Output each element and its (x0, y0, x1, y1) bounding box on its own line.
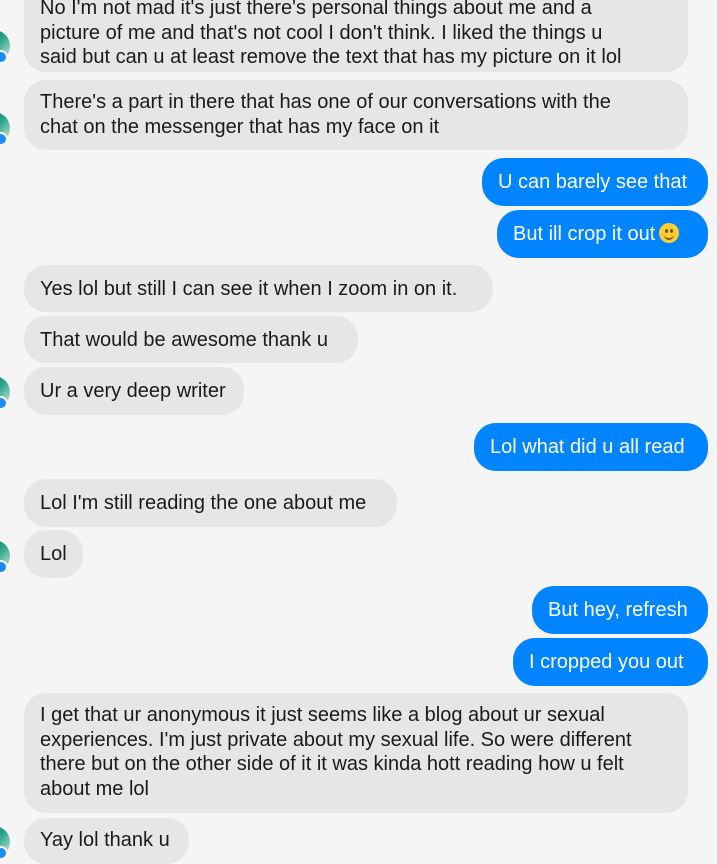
contact-avatar[interactable] (0, 376, 10, 410)
message-text: experiences. I'm just private about my s… (40, 728, 632, 751)
messenger-badge-icon (0, 132, 8, 146)
message-bubble-outgoing[interactable]: But ill crop it out (497, 210, 708, 258)
message-text: Ur a very deep writer (40, 380, 226, 402)
message-text: picture of me and that's not cool I don'… (40, 21, 603, 44)
contact-avatar[interactable] (0, 540, 10, 574)
message-bubble-incoming[interactable]: That would be awesome thank u (24, 316, 358, 363)
messenger-badge-icon (0, 846, 8, 860)
contact-avatar[interactable] (0, 30, 10, 64)
message-bubble-incoming[interactable]: Yes lol but still I can see it when I zo… (24, 265, 493, 312)
message-text: Yay lol thank u (40, 829, 170, 851)
message-bubble-incoming[interactable]: Yay lol thank u (24, 818, 189, 864)
messenger-badge-icon (0, 396, 8, 410)
message-bubble-outgoing[interactable]: Lol what did u all read (474, 423, 708, 471)
message-text: about me lol (40, 777, 149, 800)
message-bubble-incoming[interactable]: Ur a very deep writer (24, 367, 244, 415)
message-bubble-outgoing[interactable]: But hey, refresh (532, 586, 708, 634)
message-bubble-incoming[interactable]: Lol I'm still reading the one about me (24, 479, 397, 527)
message-text: There's a part in there that has one of … (40, 91, 611, 113)
message-text: Yes lol but still I can see it when I zo… (40, 278, 458, 300)
contact-avatar[interactable] (0, 112, 10, 146)
message-text: But hey, refresh (548, 599, 688, 621)
message-bubble-incoming[interactable]: There's a part in there that has one of … (24, 80, 688, 150)
message-text: Lol what did u all read (490, 436, 685, 458)
message-text: I cropped you out (529, 651, 684, 673)
message-text: That would be awesome thank u (40, 329, 328, 351)
message-text: U can barely see that (498, 171, 687, 193)
smiling-face-icon (659, 223, 680, 243)
message-text: But ill crop it out (513, 223, 656, 245)
message-text: No I'm not mad it's just there's persona… (40, 0, 592, 19)
message-text: there but on the other side of it it was… (40, 753, 624, 775)
message-bubble-incoming[interactable]: I get that ur anonymous it just seems li… (24, 693, 688, 813)
message-text: Lol (40, 543, 67, 565)
message-text: chat on the messenger that has my face o… (40, 115, 440, 138)
message-bubble-outgoing[interactable]: U can barely see that (482, 158, 708, 206)
message-bubble-outgoing[interactable]: I cropped you out (513, 638, 708, 686)
message-bubble-incoming[interactable]: No I'm not mad it's just there's persona… (24, 0, 688, 72)
message-bubble-incoming[interactable]: Lol (24, 530, 83, 578)
message-text: said but can u at least remove the text … (40, 46, 622, 68)
message-text: Lol I'm still reading the one about me (40, 492, 367, 514)
messenger-badge-icon (0, 50, 8, 64)
contact-avatar[interactable] (0, 826, 10, 860)
messenger-badge-icon (0, 560, 8, 574)
message-text: I get that ur anonymous it just seems li… (40, 704, 605, 726)
